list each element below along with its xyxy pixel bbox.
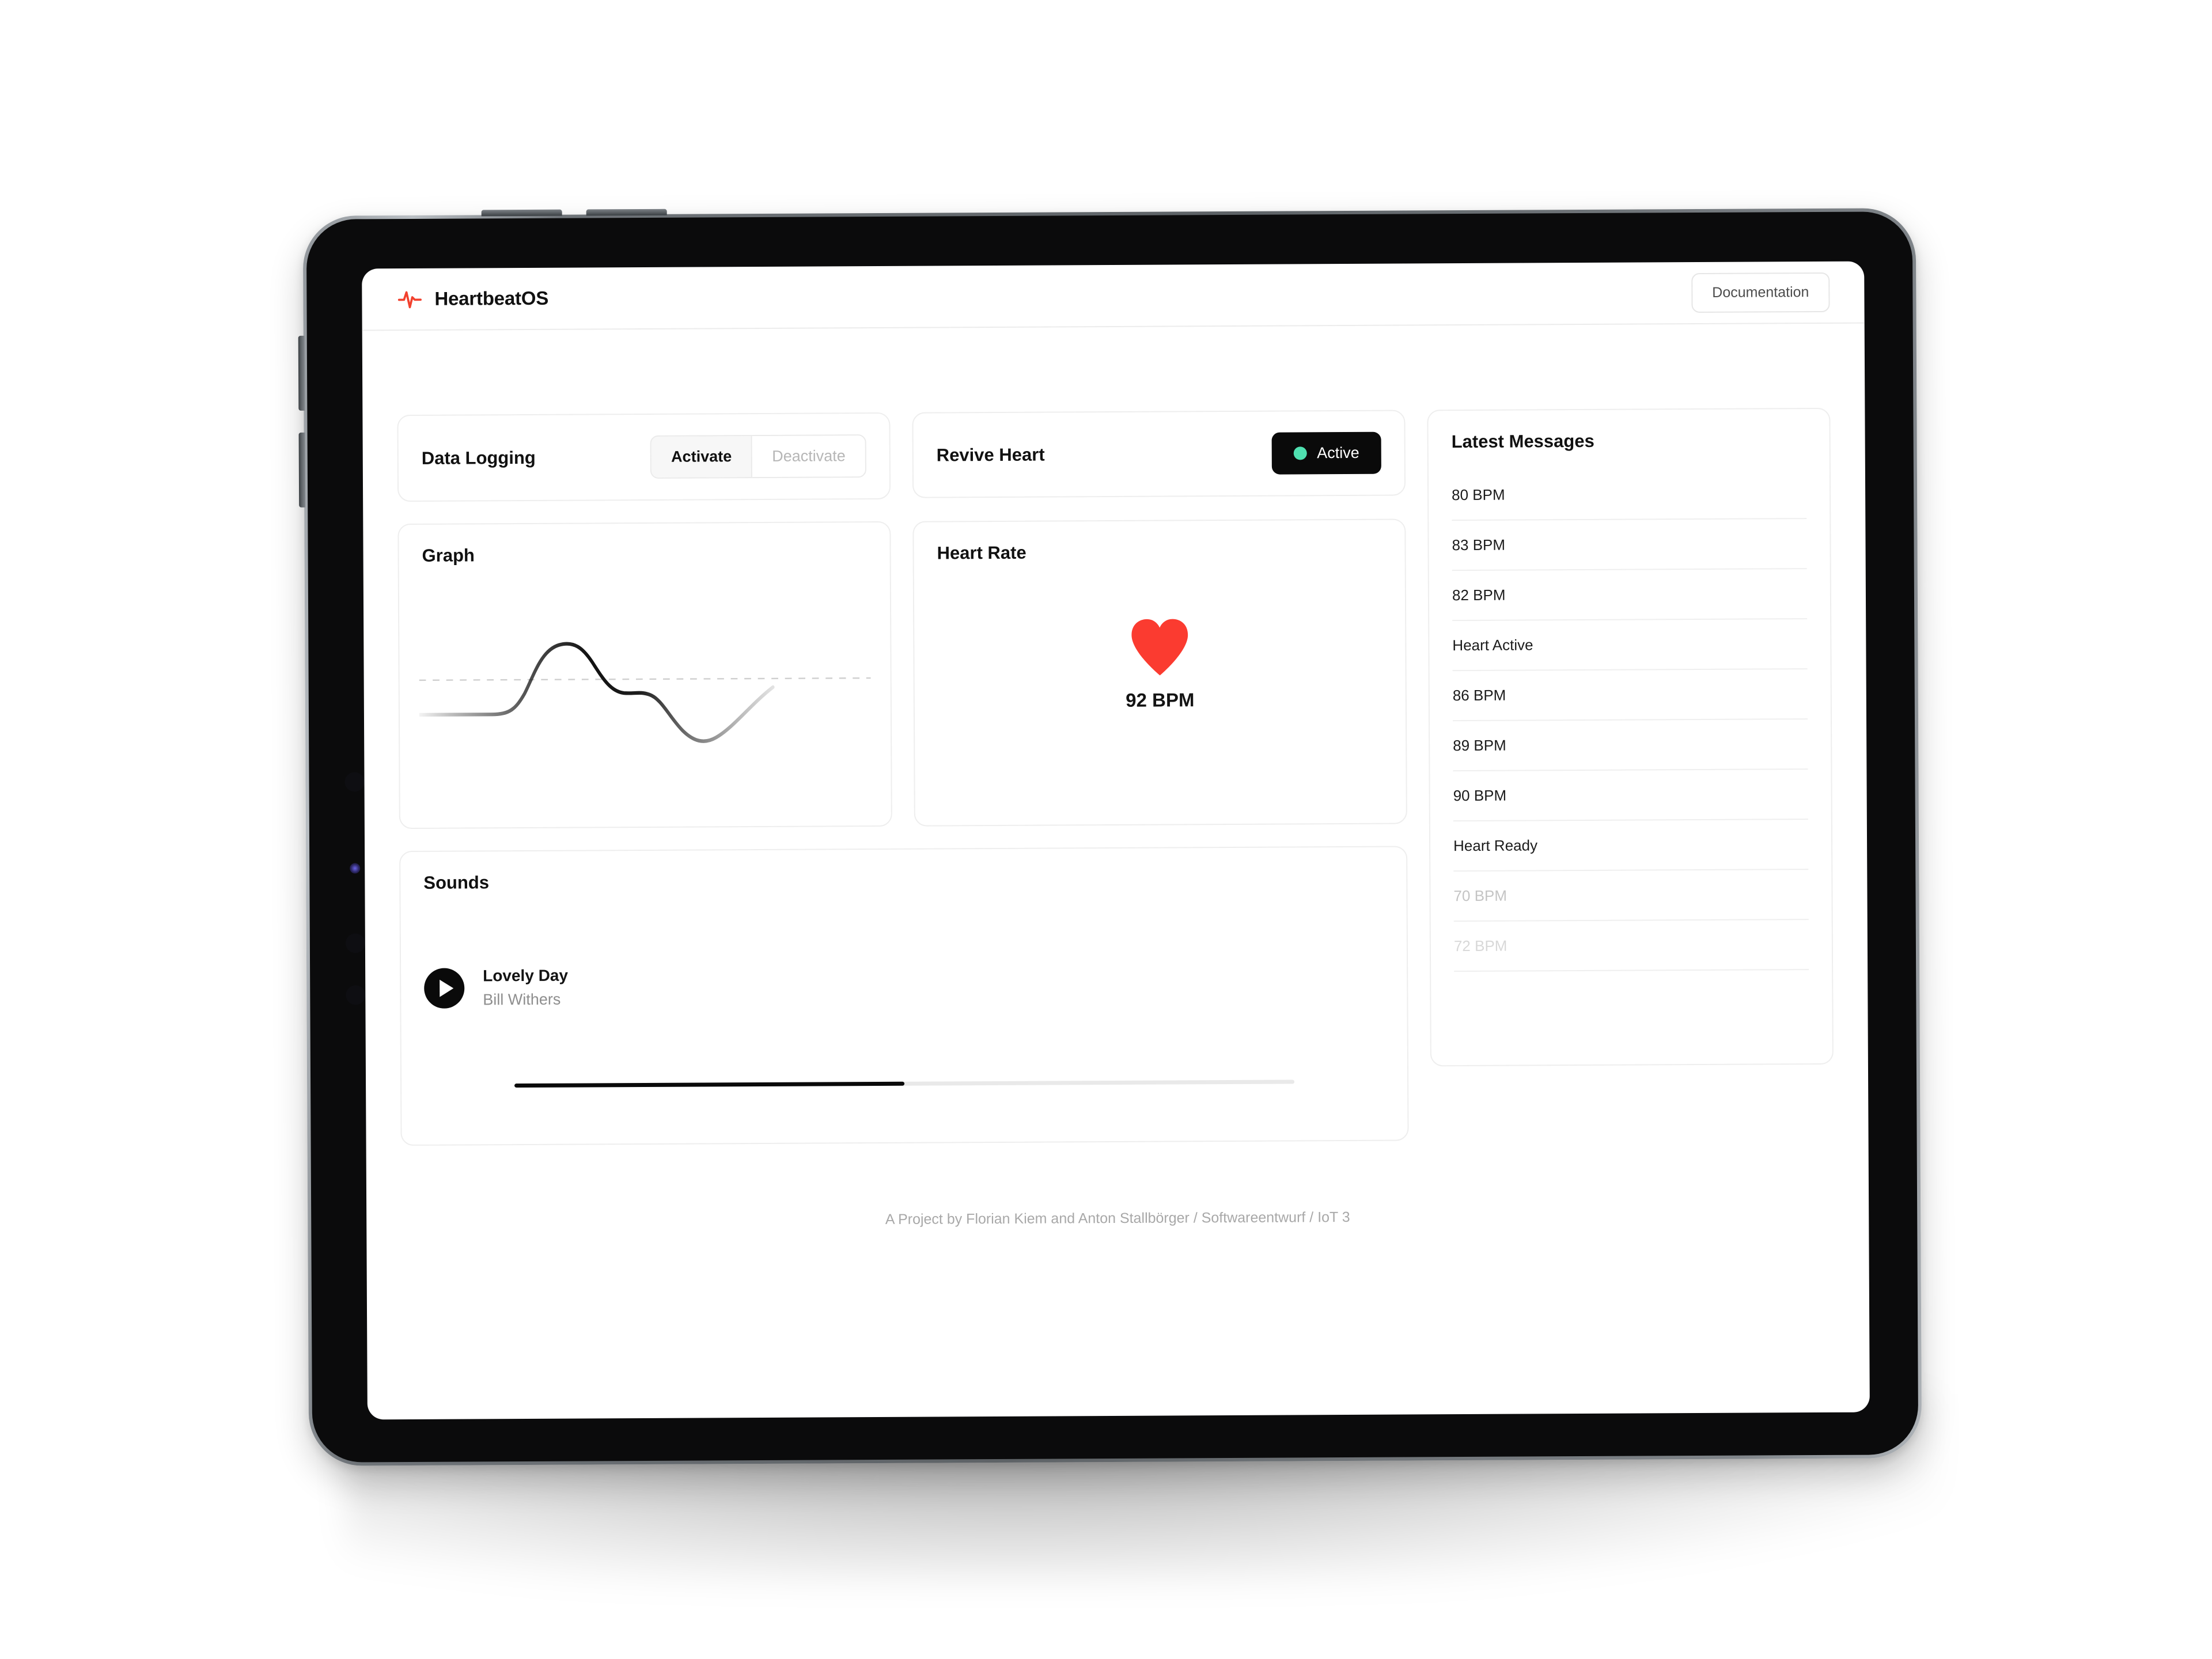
revive-heart-card: Revive Heart Active: [912, 410, 1406, 498]
documentation-button[interactable]: Documentation: [1691, 272, 1830, 313]
playback-progress-bar[interactable]: [514, 1080, 1295, 1088]
latest-messages-title: Latest Messages: [1451, 430, 1594, 452]
message-list-item[interactable]: 82 BPM: [1452, 569, 1808, 622]
graph-line: [418, 642, 775, 743]
message-list-item[interactable]: 80 BPM: [1451, 469, 1807, 521]
data-logging-title: Data Logging: [421, 447, 536, 468]
ambient-sensor-icon: [345, 933, 365, 953]
message-list-item[interactable]: 89 BPM: [1453, 719, 1808, 772]
sounds-card: Sounds Lovely Day Bill Withers: [399, 846, 1409, 1146]
main-columns: Data Logging Activate Deactivate Revive …: [397, 410, 1409, 1146]
heart-rate-card: Heart Rate 92 BPM: [912, 518, 1407, 827]
message-list-item[interactable]: 72 BPM: [1453, 920, 1809, 972]
playback-progress-fill: [514, 1081, 905, 1088]
track-artist: Bill Withers: [483, 990, 561, 1009]
pulse-activity-icon: [397, 291, 422, 309]
play-icon: [439, 979, 453, 997]
proximity-sensor-icon: [346, 985, 366, 1005]
revive-heart-title: Revive Heart: [936, 444, 1045, 465]
graph-title: Graph: [422, 545, 475, 566]
app-body: Data Logging Activate Deactivate Revive …: [362, 324, 1869, 1266]
message-list-item[interactable]: Heart Ready: [1453, 820, 1809, 872]
deactivate-button[interactable]: Deactivate: [752, 435, 865, 478]
track-row: Lovely Day Bill Withers: [424, 963, 1384, 1009]
graph-plot: [418, 595, 871, 770]
heart-rate-readout: 92 BPM: [914, 617, 1406, 713]
graph-svg: [418, 642, 871, 743]
heart-rate-title: Heart Rate: [937, 542, 1027, 563]
side-button-lower[interactable]: [298, 432, 306, 507]
revive-heart-status-badge[interactable]: Active: [1272, 431, 1381, 475]
status-led-icon: [350, 863, 361, 874]
tablet-device: HeartbeatOS Documentation Data Logging A…: [298, 208, 1922, 1466]
app-header: HeartbeatOS Documentation: [362, 261, 1865, 331]
message-list-item[interactable]: 70 BPM: [1453, 870, 1809, 922]
brand: HeartbeatOS: [396, 285, 548, 312]
track-meta: Lovely Day Bill Withers: [483, 967, 568, 1009]
status-dot-icon: [1294, 446, 1308, 460]
tablet-screen: HeartbeatOS Documentation Data Logging A…: [362, 261, 1870, 1420]
heart-icon: [1131, 619, 1188, 676]
side-button-upper[interactable]: [298, 335, 305, 411]
message-list-item[interactable]: Heart Active: [1452, 619, 1808, 672]
latest-messages-list: 80 BPM 83 BPM 82 BPM Heart Active 86 BPM 89 B…: [1451, 469, 1809, 972]
sounds-title: Sounds: [423, 872, 490, 893]
dashboard-grid: Data Logging Activate Deactivate Revive …: [397, 407, 1834, 1146]
track-title: Lovely Day: [483, 966, 569, 985]
front-camera-icon: [344, 772, 365, 792]
status-badge-label: Active: [1317, 444, 1359, 462]
app-title: HeartbeatOS: [434, 287, 549, 309]
message-list-item[interactable]: 90 BPM: [1453, 770, 1808, 822]
heart-rate-value: 92 BPM: [1126, 689, 1195, 711]
data-logging-segmented-control[interactable]: Activate Deactivate: [650, 434, 866, 479]
footer-credit: A Project by Florian Kiem and Anton Stal…: [885, 1209, 1350, 1228]
data-logging-card: Data Logging Activate Deactivate: [397, 412, 891, 502]
volume-down-button[interactable]: [586, 209, 667, 216]
message-list-item[interactable]: 83 BPM: [1452, 519, 1807, 571]
play-button[interactable]: [424, 968, 465, 1009]
graph-card: Graph: [397, 521, 892, 830]
latest-messages-card: Latest Messages 80 BPM 83 BPM 82 BPM Heart …: [1427, 407, 1834, 1067]
activate-button[interactable]: Activate: [651, 436, 753, 478]
volume-up-button[interactable]: [481, 209, 562, 217]
message-list-item[interactable]: 86 BPM: [1452, 669, 1808, 722]
graph-baseline: [419, 677, 871, 681]
screenshot-scene: HeartbeatOS Documentation Data Logging A…: [0, 0, 2212, 1659]
device-bezel: HeartbeatOS Documentation Data Logging A…: [306, 211, 1919, 1463]
